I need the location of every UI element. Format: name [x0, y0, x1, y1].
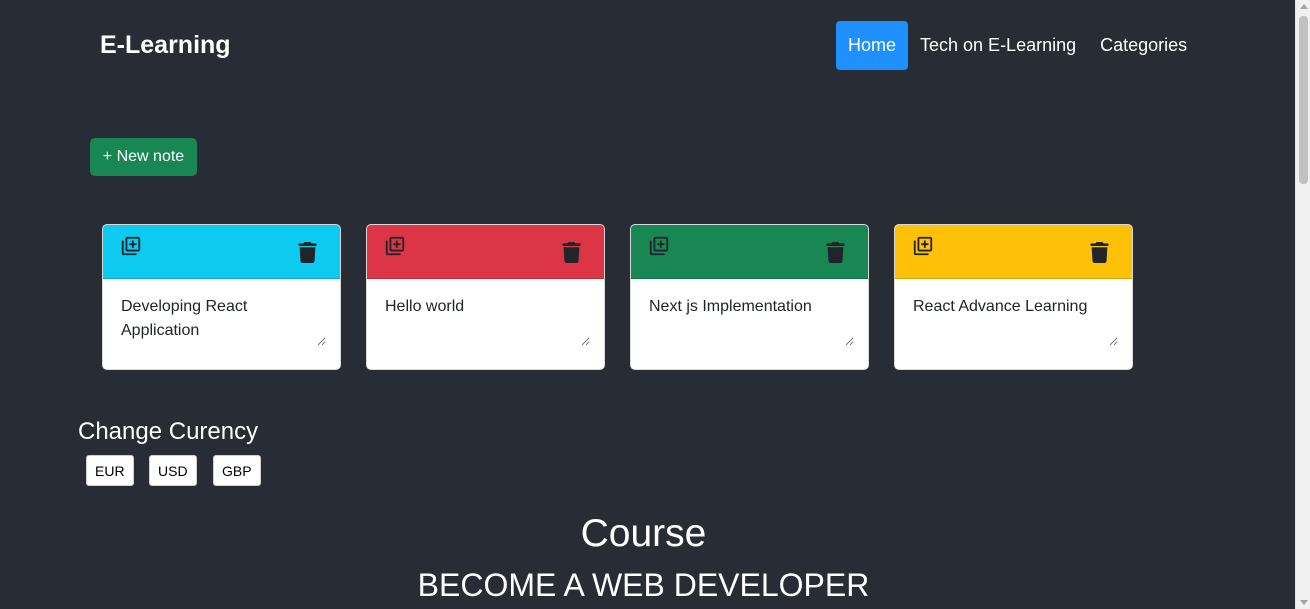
note-card: Hello world [366, 224, 605, 370]
trash-icon[interactable] [1090, 242, 1109, 263]
note-header [103, 225, 340, 279]
nav-home[interactable]: Home [836, 21, 909, 70]
note-textarea[interactable]: Next js Implementation [643, 291, 854, 346]
currency-usd-button[interactable]: USD [149, 455, 197, 486]
new-note-button[interactable]: + New note [90, 138, 197, 176]
trash-icon[interactable] [298, 242, 317, 263]
course-title: Course [580, 512, 707, 555]
note-header [367, 225, 604, 279]
note-card: React Advance Learning [894, 224, 1133, 370]
library-add-icon[interactable] [384, 235, 406, 257]
library-add-icon[interactable] [120, 235, 142, 257]
trash-icon[interactable] [562, 242, 581, 263]
library-add-icon[interactable] [648, 235, 670, 257]
currency-title: Change Curency [78, 418, 259, 445]
scrollbar-thumb[interactable] [1299, 16, 1308, 184]
brand-logo[interactable]: E-Learning [100, 31, 231, 60]
currency-gbp-button[interactable]: GBP [213, 455, 261, 486]
note-textarea[interactable]: React Advance Learning [907, 291, 1118, 346]
trash-icon[interactable] [826, 242, 845, 263]
note-card: Developing React Application [102, 224, 341, 370]
nav-categories[interactable]: Categories [1088, 21, 1199, 70]
currency-eur-button[interactable]: EUR [86, 455, 134, 486]
page: E-Learning Home Tech on E-Learning Categ… [0, 0, 1295, 609]
note-header [631, 225, 868, 279]
note-card: Next js Implementation [630, 224, 869, 370]
library-add-icon[interactable] [912, 235, 934, 257]
scroll-up-icon[interactable] [1300, 4, 1308, 9]
main-nav: Home Tech on E-Learning Categories [836, 21, 1199, 70]
vertical-scrollbar[interactable] [1295, 0, 1310, 609]
scroll-down-icon[interactable] [1300, 600, 1308, 605]
note-textarea[interactable]: Hello world [379, 291, 590, 346]
course-subtitle: BECOME A WEB DEVELOPER [417, 567, 870, 603]
nav-tech-on-elearning[interactable]: Tech on E-Learning [908, 21, 1088, 70]
note-textarea[interactable]: Developing React Application [115, 291, 326, 346]
note-header [895, 225, 1132, 279]
